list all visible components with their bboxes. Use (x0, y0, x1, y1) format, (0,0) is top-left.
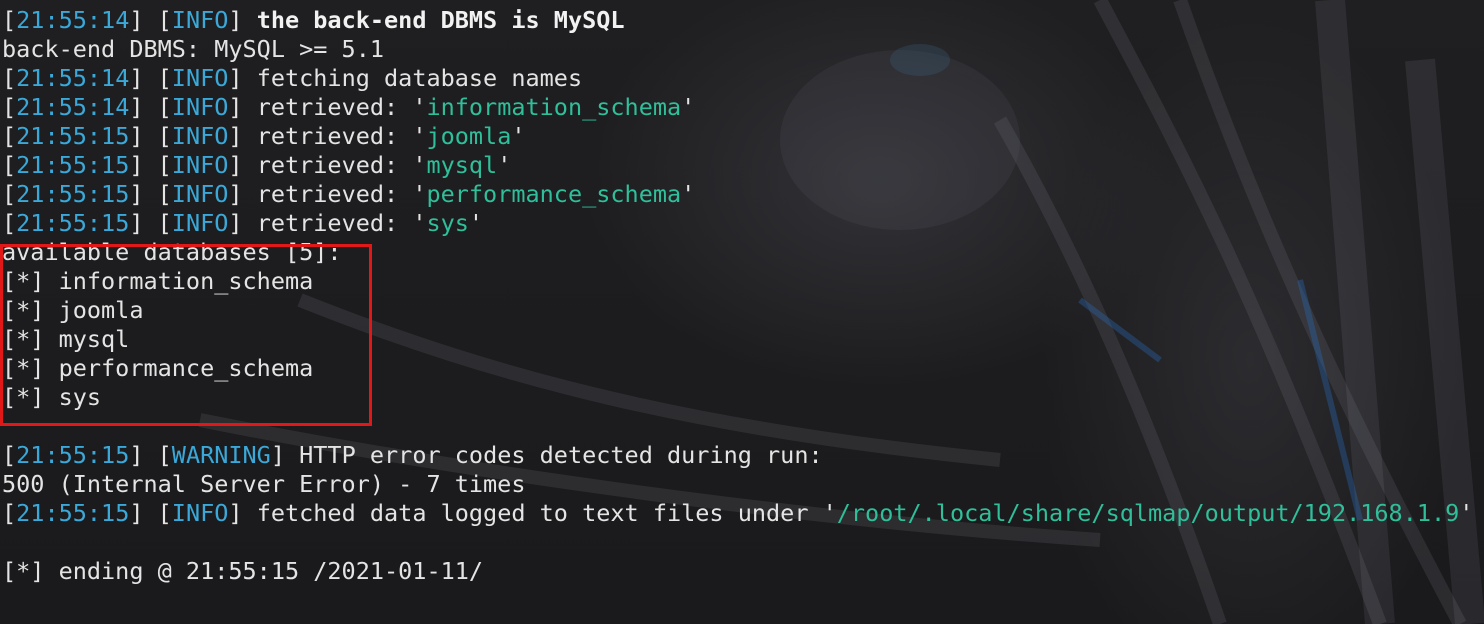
log-plain-text: [*] information_schema (2, 267, 314, 295)
log-timestamp: 21:55:15 (16, 499, 130, 527)
log-timestamp: 21:55:15 (16, 180, 130, 208)
log-message: retrieved: ' (256, 151, 427, 179)
log-value: sys (426, 209, 469, 237)
terminal-line: [21:55:15] [INFO] fetched data logged to… (2, 499, 1474, 527)
log-level-tag: INFO (171, 499, 229, 527)
log-level-tag: INFO (171, 6, 229, 34)
log-message: the back-end DBMS is MySQL (256, 6, 625, 34)
log-level-tag: WARNING (171, 441, 271, 469)
log-message: HTTP error codes detected during run: (299, 441, 823, 469)
log-value: information_schema (426, 93, 682, 121)
log-level-tag: INFO (171, 180, 229, 208)
log-level-tag: INFO (171, 64, 229, 92)
log-plain-text: [*] performance_schema (2, 354, 314, 382)
terminal-line: 500 (Internal Server Error) - 7 times (2, 470, 1473, 499)
log-level-tag: INFO (171, 209, 229, 237)
terminal-line: back-end DBMS: MySQL >= 5.1 (2, 35, 1473, 64)
log-plain-text: [*] mysql (2, 325, 130, 353)
log-timestamp: 21:55:15 (16, 441, 130, 469)
log-suffix: ' (497, 151, 512, 179)
terminal-line: [21:55:14] [INFO] the back-end DBMS is M… (2, 6, 625, 34)
terminal-line: [21:55:14] [INFO] retrieved: 'informatio… (2, 93, 696, 121)
log-timestamp: 21:55:15 (16, 151, 130, 179)
terminal-line: [21:55:15] [INFO] retrieved: 'mysql' (2, 151, 512, 179)
terminal-line: [*] joomla (2, 296, 1473, 325)
log-suffix: ' (681, 93, 696, 121)
terminal-line: [21:55:15] [INFO] retrieved: 'performanc… (2, 180, 696, 208)
log-level-tag: INFO (171, 93, 229, 121)
terminal-line: [*] mysql (2, 325, 1473, 354)
log-plain-text: 500 (Internal Server Error) - 7 times (2, 470, 526, 498)
log-timestamp: 21:55:15 (16, 209, 130, 237)
log-message: retrieved: ' (256, 180, 427, 208)
log-suffix: ' (1459, 499, 1474, 527)
log-plain-text: [*] sys (2, 383, 102, 411)
terminal-line: [*] ending @ 21:55:15 /2021-01-11/ (2, 557, 1473, 586)
terminal-line: [*] information_schema (2, 267, 1473, 296)
terminal-line: [*] sys (2, 383, 1473, 412)
log-plain-text: back-end DBMS: MySQL >= 5.1 (2, 35, 385, 63)
log-timestamp: 21:55:14 (16, 64, 130, 92)
terminal-line: available databases [5]: (2, 238, 1473, 267)
terminal-line: [21:55:15] [INFO] retrieved: 'sys' (2, 209, 484, 237)
log-plain-text: available databases [5]: (2, 238, 342, 266)
log-value: joomla (426, 122, 512, 150)
log-value: /root/.local/share/sqlmap/output/192.168… (836, 499, 1460, 527)
log-plain-text: [*] ending @ 21:55:15 /2021-01-11/ (2, 557, 484, 585)
log-message: retrieved: ' (256, 93, 427, 121)
log-suffix: ' (511, 122, 526, 150)
log-level-tag: INFO (171, 122, 229, 150)
log-level-tag: INFO (171, 151, 229, 179)
log-value: mysql (426, 151, 498, 179)
terminal-line: [21:55:15] [INFO] retrieved: 'joomla' (2, 122, 526, 150)
log-plain-text: [*] joomla (2, 296, 144, 324)
log-message: fetching database names (256, 64, 583, 92)
log-timestamp: 21:55:15 (16, 122, 130, 150)
terminal-line: [21:55:15] [WARNING] HTTP error codes de… (2, 441, 823, 469)
terminal-line: [21:55:14] [INFO] fetching database name… (2, 64, 583, 92)
log-value: performance_schema (426, 180, 682, 208)
log-message: fetched data logged to text files under … (256, 499, 837, 527)
log-suffix: ' (681, 180, 696, 208)
log-timestamp: 21:55:14 (16, 93, 130, 121)
terminal-line: [*] performance_schema (2, 354, 1473, 383)
terminal-output: [21:55:14] [INFO] the back-end DBMS is M… (2, 6, 1473, 586)
log-message: retrieved: ' (256, 209, 427, 237)
log-message: retrieved: ' (256, 122, 427, 150)
log-timestamp: 21:55:14 (16, 6, 130, 34)
log-suffix: ' (468, 209, 484, 237)
